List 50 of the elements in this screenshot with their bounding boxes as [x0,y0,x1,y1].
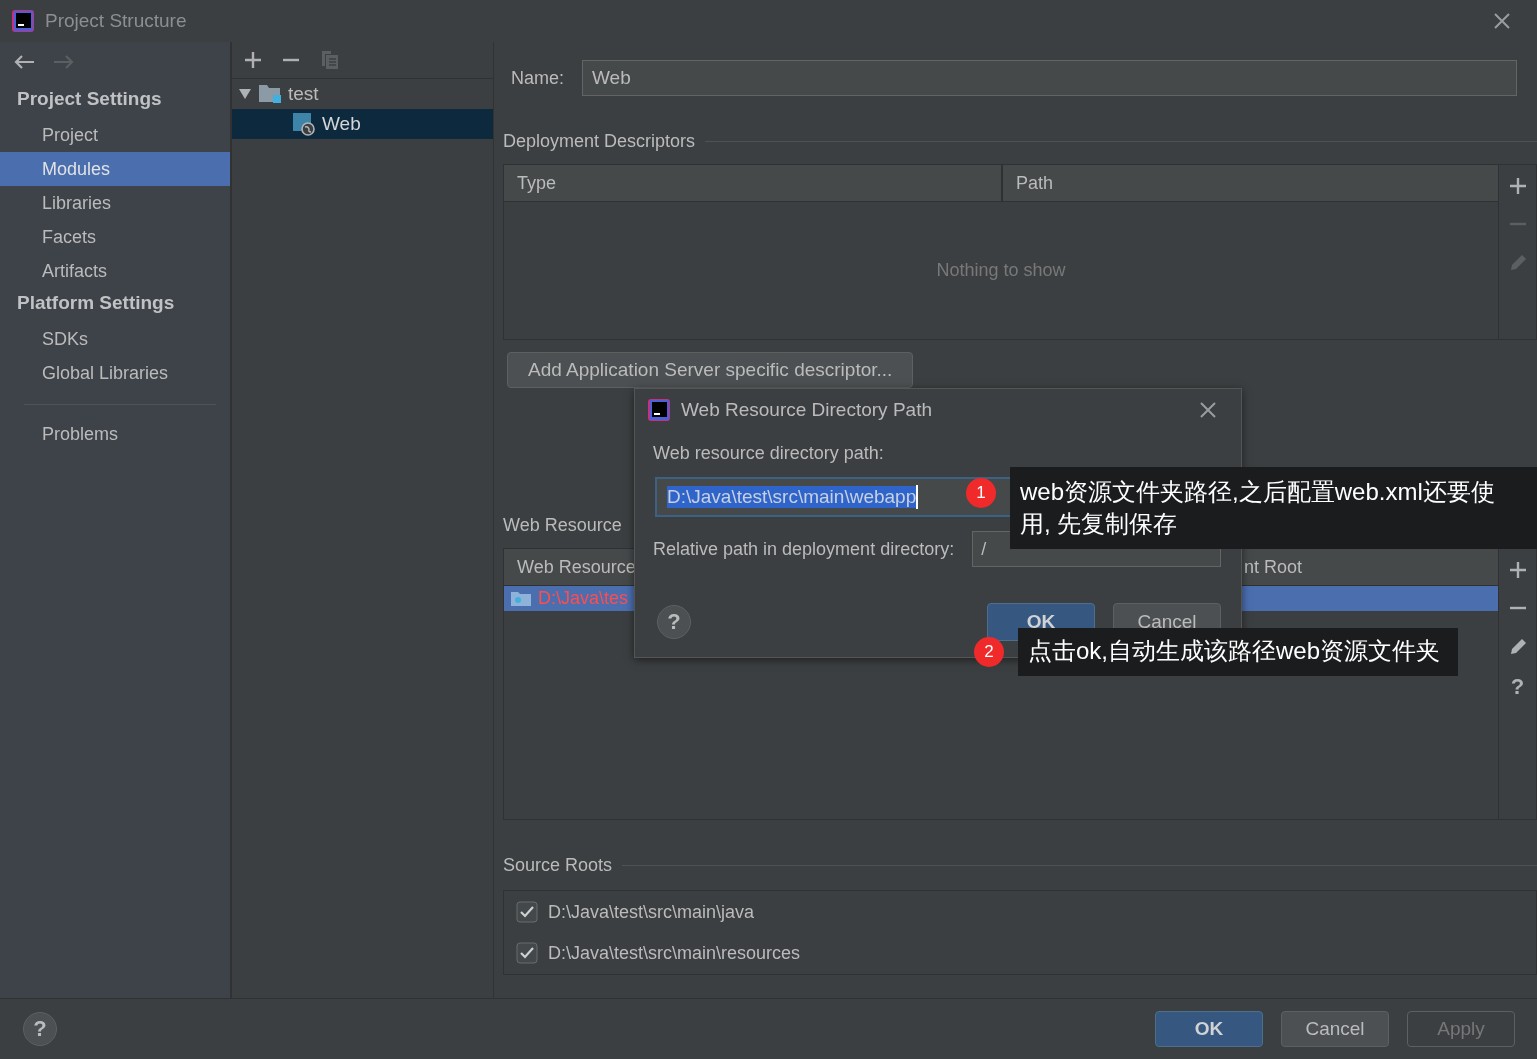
sidebar-item[interactable]: Global Libraries [0,356,230,390]
section-title: Web Resource [503,514,622,536]
field-label: Web resource directory path: [653,443,885,465]
dialog-title: Web Resource Directory Path [681,399,932,421]
column-header[interactable]: nt Root [1242,549,1498,585]
window-title: Project Structure [45,10,187,32]
add-icon[interactable] [1508,561,1527,579]
section-heading: Platform Settings [16,291,176,315]
web-module-icon [292,112,316,136]
annotation-tooltip: web资源文件夹路径,之后配置web.xml还要使用, 先复制保存 [1010,467,1537,549]
column-header[interactable]: Type [504,165,1003,201]
checkbox[interactable] [516,942,538,964]
add-icon[interactable] [244,51,262,69]
column-header[interactable]: Path [1003,165,1498,201]
folder-icon [258,83,282,105]
sidebar-item[interactable]: Problems [0,417,230,451]
help-button[interactable]: ? [657,605,691,639]
section-heading: Project Settings [16,87,163,111]
field-label: Name: [511,67,564,89]
back-arrow-icon[interactable] [13,54,35,70]
empty-message: Nothing to show [936,260,1066,281]
sidebar-item[interactable]: Project [0,118,230,152]
section-title: Deployment Descriptors [503,130,696,152]
field-label: Relative path in deployment directory: [653,538,955,560]
folder-icon [510,590,532,607]
expanded-arrow-icon[interactable] [238,87,252,101]
checkbox-label: D:\Java\test\src\main\resources [548,942,801,964]
app-logo-icon [647,398,671,422]
checkbox-label: D:\Java\test\src\main\java [548,901,755,923]
sidebar-item[interactable]: Artifacts [0,254,230,288]
close-icon[interactable] [1199,401,1217,419]
sidebar-item[interactable]: SDKs [0,322,230,356]
tree-item[interactable]: Web [232,109,493,139]
name-field[interactable]: Web [582,60,1517,96]
help-button[interactable]: ? [1510,677,1525,697]
table-cell: D:\Java\tes [538,588,629,609]
ok-button[interactable]: OK [1155,1011,1263,1047]
tree-item[interactable]: test [232,79,493,109]
sidebar-item[interactable]: Facets [0,220,230,254]
app-logo-icon [11,9,35,33]
annotation-tooltip: 点击ok,自动生成该路径web资源文件夹 [1018,628,1459,676]
sidebar-item[interactable]: Modules [0,152,230,186]
close-icon[interactable] [1493,12,1511,30]
checkbox[interactable] [516,901,538,923]
sidebar-item[interactable]: Libraries [0,186,230,220]
add-descriptor-button[interactable]: Add Application Server specific descriptor... [507,352,914,388]
help-button[interactable]: ? [23,1012,57,1046]
dialog-button[interactable]: Cancel [1281,1011,1389,1047]
section-title: Source Roots [503,854,613,876]
add-icon[interactable] [1508,177,1527,195]
